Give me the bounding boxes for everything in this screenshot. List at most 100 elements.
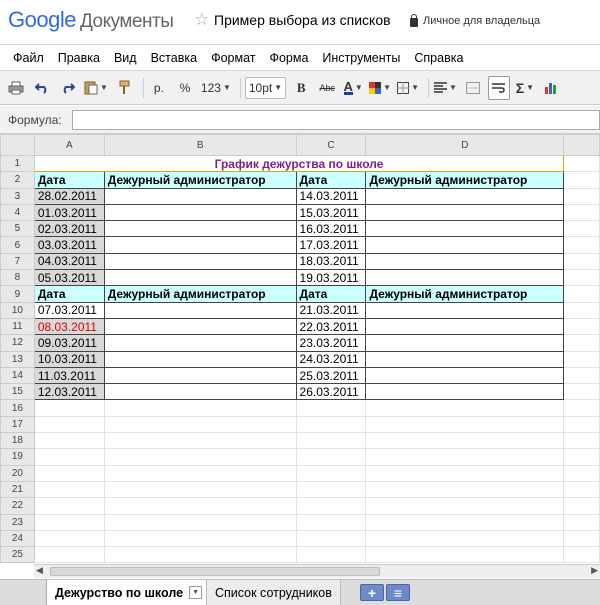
cell[interactable] bbox=[295, 480, 367, 499]
cell[interactable] bbox=[295, 529, 367, 548]
font-size-dropdown[interactable]: 10pt ▼ bbox=[244, 76, 287, 99]
admin-cell[interactable] bbox=[365, 383, 565, 401]
cell[interactable] bbox=[563, 399, 600, 417]
cell[interactable] bbox=[365, 480, 565, 499]
cell[interactable] bbox=[563, 546, 600, 564]
date-cell[interactable]: 19.03.2011 bbox=[295, 269, 367, 287]
menu-edit[interactable]: Правка bbox=[51, 51, 107, 65]
add-sheet-button[interactable]: + bbox=[360, 584, 384, 601]
cell[interactable] bbox=[563, 480, 600, 499]
admin-cell[interactable] bbox=[103, 252, 297, 271]
star-icon[interactable]: ☆ bbox=[194, 10, 209, 30]
date-cell[interactable]: 09.03.2011 bbox=[33, 334, 105, 352]
date-cell[interactable]: 04.03.2011 bbox=[33, 252, 105, 271]
row-number[interactable]: 25 bbox=[0, 546, 35, 564]
cell[interactable] bbox=[103, 399, 297, 417]
print-icon[interactable] bbox=[5, 76, 27, 100]
cell[interactable] bbox=[295, 448, 367, 466]
cell[interactable] bbox=[563, 415, 600, 434]
column-header-d[interactable]: D bbox=[365, 134, 565, 156]
scrollbar-thumb[interactable] bbox=[50, 567, 380, 576]
menu-view[interactable]: Вид bbox=[107, 51, 144, 65]
merge-icon[interactable] bbox=[462, 76, 484, 100]
cell[interactable] bbox=[33, 399, 105, 417]
row-number[interactable]: 10 bbox=[0, 301, 35, 319]
cell[interactable] bbox=[103, 497, 297, 515]
admin-cell[interactable] bbox=[365, 203, 565, 222]
cell[interactable] bbox=[365, 432, 565, 450]
cell[interactable] bbox=[295, 432, 367, 450]
row-number[interactable]: 11 bbox=[0, 317, 35, 336]
cell[interactable] bbox=[563, 203, 600, 222]
admin-cell[interactable] bbox=[103, 203, 297, 222]
menu-help[interactable]: Справка bbox=[407, 51, 470, 65]
holiday-date-cell[interactable]: 08.03.2011 bbox=[33, 317, 105, 336]
admin-cell[interactable] bbox=[103, 334, 297, 352]
admin-cell[interactable] bbox=[365, 350, 565, 368]
header-admin-cell[interactable]: Дежурный администратор bbox=[365, 171, 565, 189]
sheet-title-cell[interactable]: График дежурства по школе bbox=[33, 154, 565, 173]
cell[interactable] bbox=[33, 448, 105, 466]
paint-format-icon[interactable] bbox=[113, 76, 135, 100]
cell[interactable] bbox=[295, 546, 367, 564]
date-cell[interactable]: 05.03.2011 bbox=[33, 269, 105, 287]
cell[interactable] bbox=[103, 432, 297, 450]
cell[interactable] bbox=[563, 252, 600, 271]
row-number[interactable]: 15 bbox=[0, 383, 35, 401]
row-number[interactable]: 24 bbox=[0, 529, 35, 548]
cell[interactable] bbox=[563, 432, 600, 450]
row-number[interactable]: 2 bbox=[0, 171, 35, 189]
cell[interactable] bbox=[563, 513, 600, 531]
admin-cell[interactable] bbox=[103, 350, 297, 368]
undo-icon[interactable] bbox=[31, 76, 53, 100]
admin-cell[interactable] bbox=[103, 317, 297, 336]
cell[interactable] bbox=[563, 285, 600, 303]
row-number[interactable]: 18 bbox=[0, 432, 35, 450]
date-cell[interactable]: 14.03.2011 bbox=[295, 187, 367, 205]
header-date-cell[interactable]: Дата bbox=[295, 285, 367, 303]
date-cell[interactable]: 24.03.2011 bbox=[295, 350, 367, 368]
cell[interactable] bbox=[33, 497, 105, 515]
menu-format[interactable]: Формат bbox=[204, 51, 262, 65]
column-header-c[interactable]: C bbox=[295, 134, 367, 156]
cell[interactable] bbox=[563, 220, 600, 238]
paste-icon[interactable]: ▼ bbox=[83, 76, 109, 100]
strikethrough-button[interactable]: Abc bbox=[316, 76, 338, 100]
date-cell[interactable]: 21.03.2011 bbox=[295, 301, 367, 319]
cell[interactable] bbox=[365, 448, 565, 466]
cell[interactable] bbox=[33, 480, 105, 499]
scroll-right-icon[interactable]: ▶ bbox=[591, 565, 598, 576]
date-cell[interactable]: 17.03.2011 bbox=[295, 236, 367, 254]
formula-input[interactable] bbox=[72, 110, 600, 130]
align-icon[interactable]: ▼ bbox=[433, 76, 458, 100]
cell[interactable] bbox=[563, 448, 600, 466]
admin-cell[interactable] bbox=[103, 236, 297, 254]
cell[interactable] bbox=[563, 334, 600, 352]
row-number[interactable]: 9 bbox=[0, 285, 35, 303]
date-cell[interactable]: 16.03.2011 bbox=[295, 220, 367, 238]
date-cell[interactable]: 12.03.2011 bbox=[33, 383, 105, 401]
document-title[interactable]: Пример выбора из списков bbox=[214, 12, 391, 28]
sheet-list-button[interactable]: ≡ bbox=[386, 584, 410, 601]
admin-cell[interactable] bbox=[365, 220, 565, 238]
cell[interactable] bbox=[295, 497, 367, 515]
row-number[interactable]: 19 bbox=[0, 448, 35, 466]
cell[interactable] bbox=[563, 317, 600, 336]
cell[interactable] bbox=[563, 366, 600, 385]
cell[interactable] bbox=[33, 546, 105, 564]
date-cell[interactable]: 02.03.2011 bbox=[33, 220, 105, 238]
date-cell[interactable]: 11.03.2011 bbox=[33, 366, 105, 385]
cell[interactable] bbox=[365, 415, 565, 434]
header-date-cell[interactable]: Дата bbox=[33, 285, 105, 303]
admin-cell[interactable] bbox=[103, 366, 297, 385]
number-format-dropdown[interactable]: 123 ▼ bbox=[200, 76, 232, 100]
cell[interactable] bbox=[103, 464, 297, 482]
row-number[interactable]: 20 bbox=[0, 464, 35, 482]
date-cell[interactable]: 01.03.2011 bbox=[33, 203, 105, 222]
sharing-status[interactable]: Личное для владельца bbox=[410, 13, 540, 27]
header-date-cell[interactable]: Дата bbox=[33, 171, 105, 189]
row-number[interactable]: 5 bbox=[0, 220, 35, 238]
row-number[interactable]: 3 bbox=[0, 187, 35, 205]
chart-icon[interactable] bbox=[540, 76, 562, 100]
cell[interactable] bbox=[33, 529, 105, 548]
